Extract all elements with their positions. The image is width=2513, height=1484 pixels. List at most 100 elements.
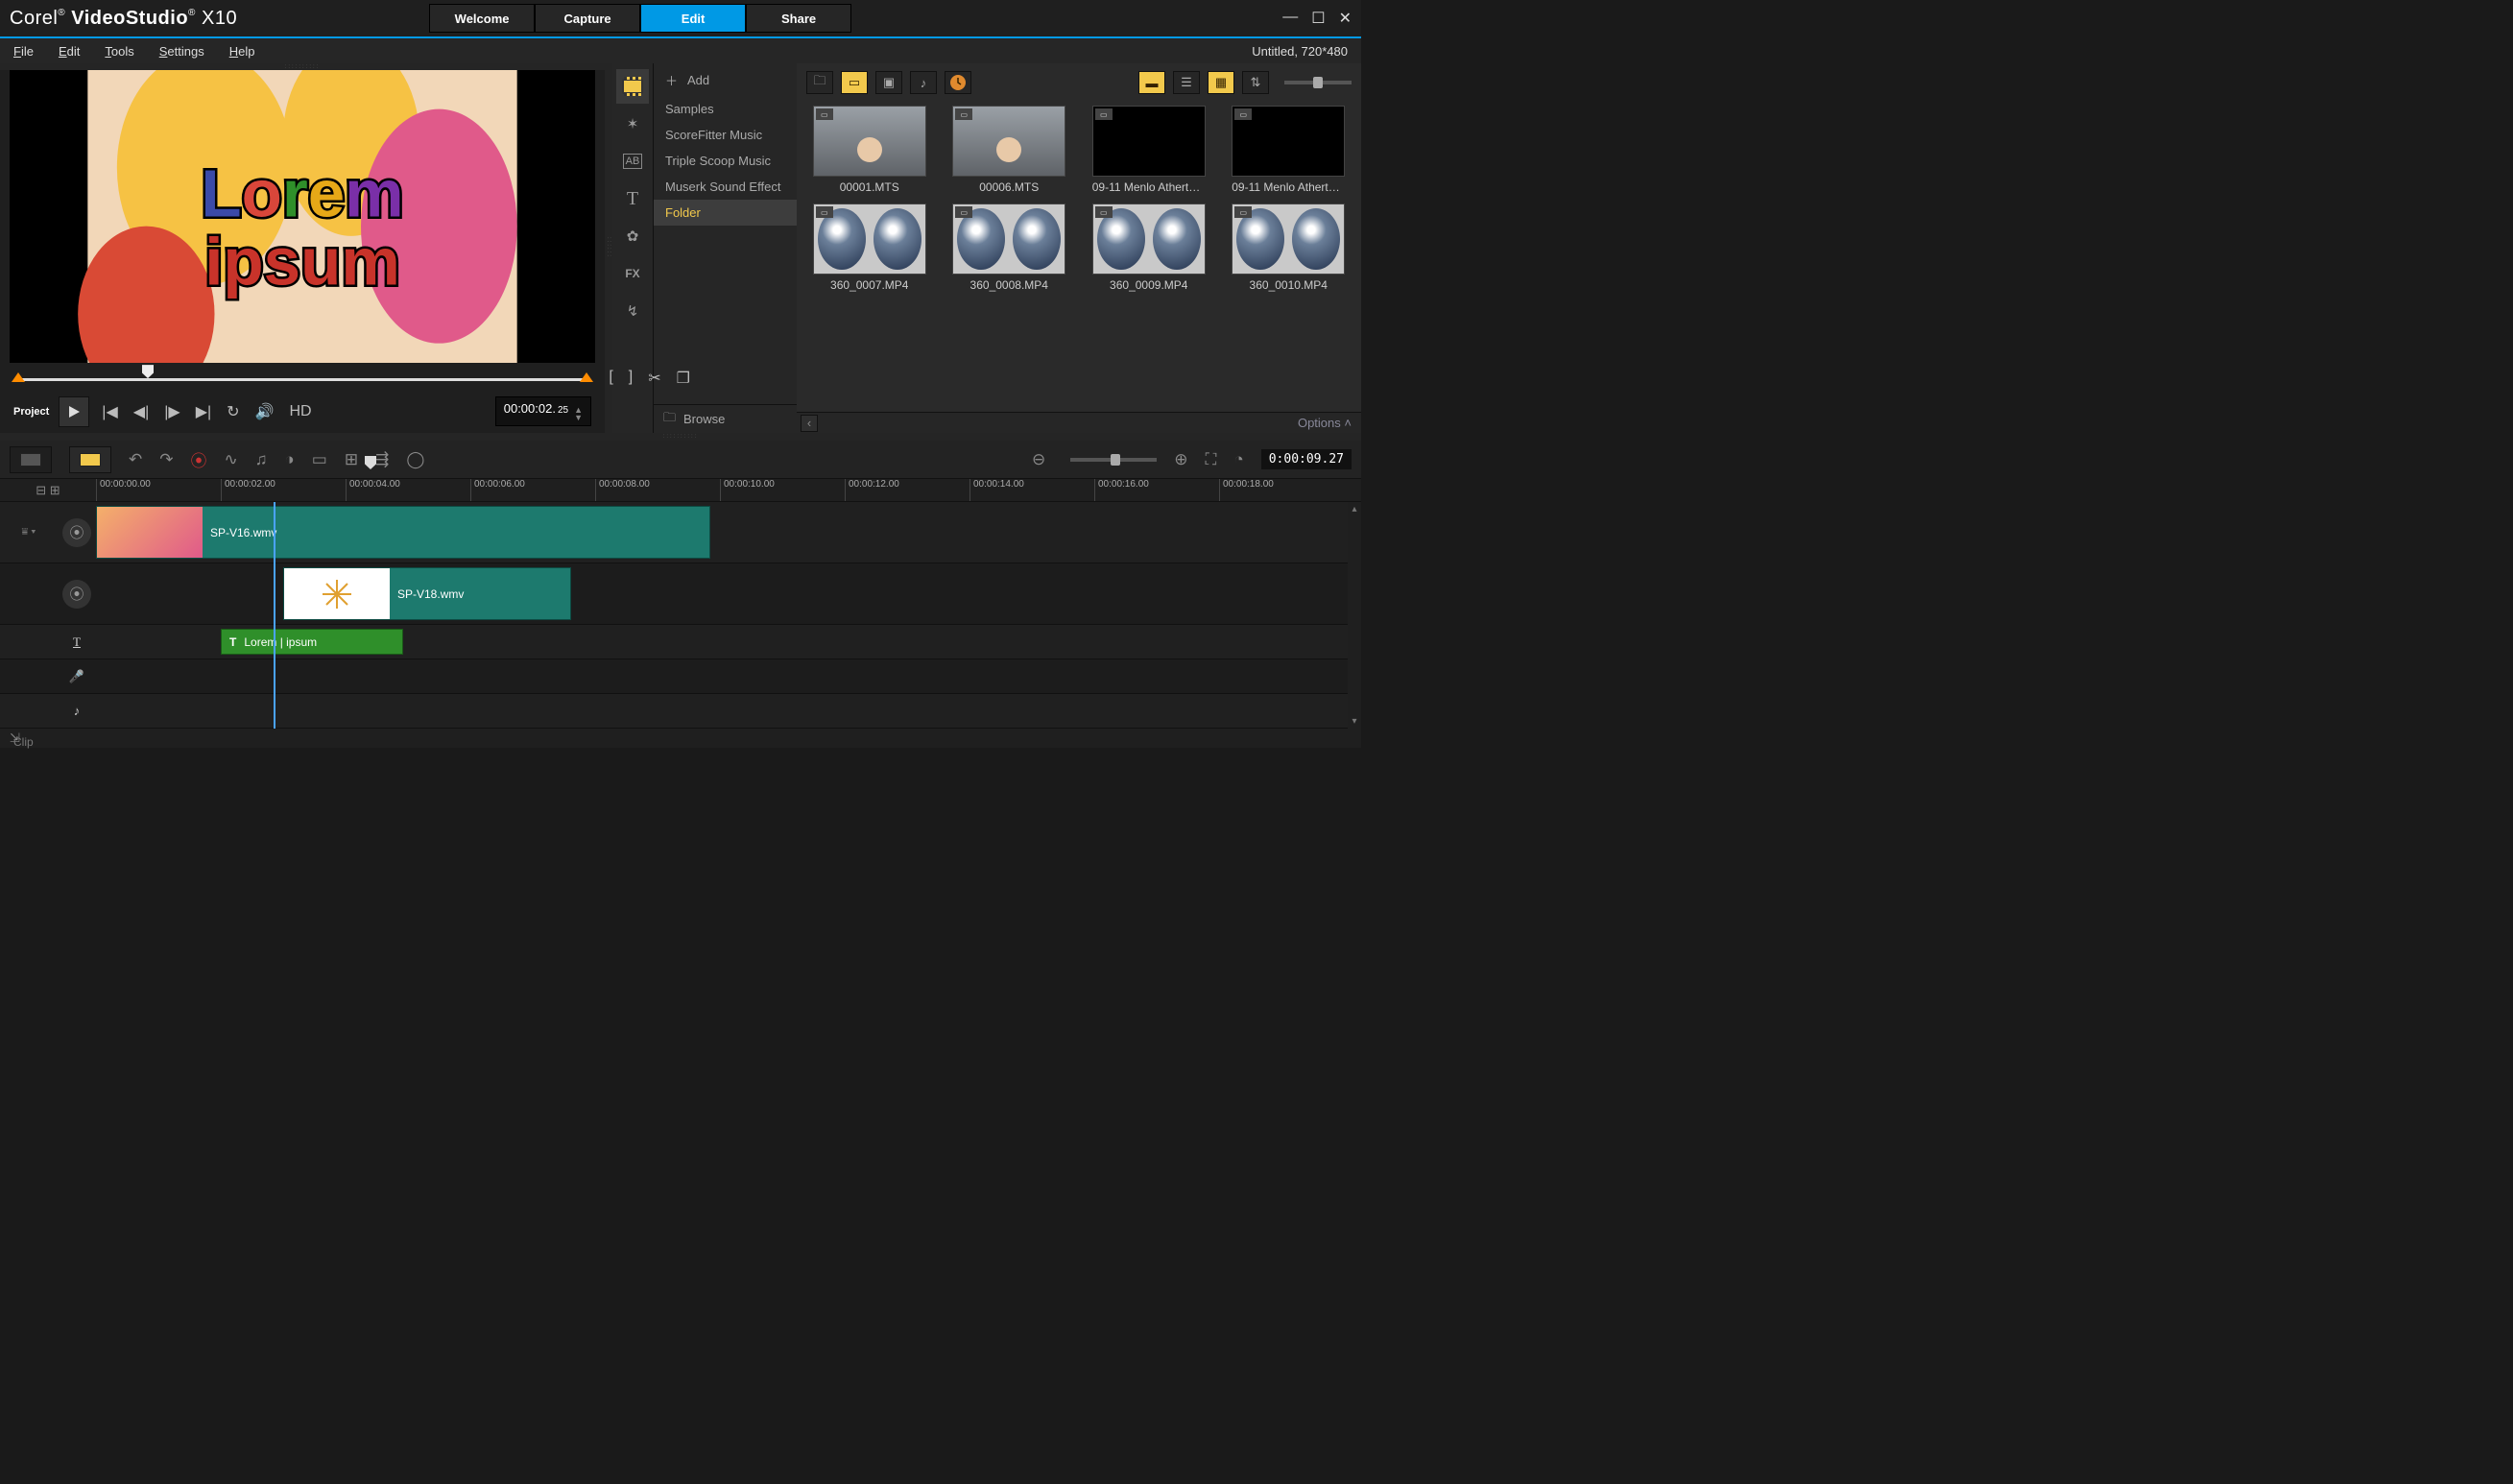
tab-edit[interactable]: Edit: [640, 4, 746, 33]
tab-capture[interactable]: Capture: [535, 4, 640, 33]
add-folder-button[interactable]: ＋ Add: [654, 63, 797, 96]
mark-in-button[interactable]: [: [606, 369, 615, 388]
timeline-zoom-slider[interactable]: [1070, 458, 1157, 462]
record-button[interactable]: ⦿: [191, 447, 207, 471]
preview-timecode[interactable]: 00:00:02.25 ▲▼: [495, 396, 591, 426]
multi-trim-button[interactable]: ◑: [285, 450, 295, 469]
category-transitions-button[interactable]: ✶: [616, 107, 649, 141]
audio-mixer-button[interactable]: ∿: [225, 450, 238, 469]
options-toggle[interactable]: Options ˄: [1298, 416, 1352, 430]
track-type-icon[interactable]: ⦿: [58, 563, 96, 624]
tab-share[interactable]: Share: [746, 4, 851, 33]
clip-video2[interactable]: SP-V18.wmv: [283, 567, 571, 620]
track-body[interactable]: [96, 659, 1361, 693]
filter-video-button[interactable]: ▭: [841, 71, 868, 94]
sort-button[interactable]: ⇅: [1242, 71, 1269, 94]
horizontal-grip[interactable]: ::::::::::: [0, 433, 1361, 441]
volume-button[interactable]: 🔊: [252, 402, 277, 421]
track-body[interactable]: SP-V18.wmv: [96, 563, 1361, 624]
tab-welcome[interactable]: Welcome: [429, 4, 535, 33]
slider-knob[interactable]: [1313, 77, 1323, 88]
folder-scorefitter[interactable]: ScoreFitter Music: [654, 122, 797, 148]
mark-out-button[interactable]: ]: [626, 369, 635, 388]
media-thumb[interactable]: ▭360_0008.MP4: [946, 203, 1073, 292]
snapshot-button[interactable]: ❐: [674, 369, 693, 388]
zoom-in-button[interactable]: ⊕: [1174, 450, 1187, 469]
hd-preview-button[interactable]: HD: [287, 403, 315, 420]
scrub-track[interactable]: [17, 378, 587, 381]
media-thumb[interactable]: ▭00006.MTS: [946, 106, 1073, 194]
preview-viewport[interactable]: Lorem ipsum: [10, 70, 595, 363]
scrub-playhead[interactable]: [142, 365, 154, 378]
view-thumbnails-button[interactable]: ▬: [1138, 71, 1165, 94]
import-button[interactable]: 🗀: [806, 71, 833, 94]
timeline-vscroll[interactable]: ▴▾: [1348, 502, 1361, 729]
mark-out-handle[interactable]: [580, 372, 593, 382]
timeline-ruler[interactable]: 00:00:00.0000:00:02.0000:00:04.0000:00:0…: [96, 479, 1361, 501]
undo-button[interactable]: ↶: [129, 450, 142, 469]
fit-project-button[interactable]: ⛶: [1206, 450, 1217, 469]
clip-video1[interactable]: SP-V16.wmv: [96, 506, 710, 559]
filter-photo-button[interactable]: ▣: [875, 71, 902, 94]
go-start-button[interactable]: |◀: [99, 402, 120, 421]
minimize-button[interactable]: —: [1282, 9, 1298, 28]
subtitle-editor-button[interactable]: ▭: [312, 450, 327, 469]
category-fx-button[interactable]: FX: [616, 256, 649, 291]
redo-button[interactable]: ↷: [159, 450, 173, 469]
maximize-button[interactable]: ☐: [1311, 9, 1325, 28]
timecode-spinner[interactable]: ▲▼: [574, 406, 583, 421]
auto-music-button[interactable]: ♫: [255, 450, 268, 469]
folder-samples[interactable]: Samples: [654, 96, 797, 122]
go-end-button[interactable]: ▶|: [193, 402, 214, 421]
view-list-button[interactable]: ☰: [1173, 71, 1200, 94]
media-thumb[interactable]: ▭09-11 Menlo Atherton.m...: [1226, 106, 1352, 194]
menu-settings[interactable]: Settings: [159, 44, 204, 59]
filter-audio-button[interactable]: ♪: [910, 71, 937, 94]
motion-tracking-button[interactable]: ◯: [406, 450, 424, 469]
folder-custom[interactable]: Folder: [654, 200, 797, 226]
media-thumb[interactable]: ▭09-11 Menlo Atherton - ...: [1086, 106, 1212, 194]
split-clip-button[interactable]: ✂: [645, 369, 663, 388]
zoom-out-button[interactable]: ⊖: [1032, 450, 1045, 469]
track-controls[interactable]: [0, 563, 58, 624]
thumbnail-zoom-slider[interactable]: [1284, 81, 1352, 84]
media-thumb[interactable]: ▭360_0010.MP4: [1226, 203, 1352, 292]
category-titles-button[interactable]: AB: [616, 144, 649, 179]
menu-tools[interactable]: Tools: [105, 44, 133, 59]
slider-knob[interactable]: [1111, 454, 1120, 466]
prev-frame-button[interactable]: ◀|: [131, 402, 152, 421]
track-body[interactable]: SP-V16.wmv: [96, 502, 1361, 562]
category-paths-button[interactable]: ↯: [616, 294, 649, 328]
folder-triple-scoop[interactable]: Triple Scoop Music: [654, 148, 797, 174]
media-thumb[interactable]: ▭360_0009.MP4: [1086, 203, 1212, 292]
track-type-icon[interactable]: ⦿: [58, 502, 96, 562]
filter-favorites-button[interactable]: [945, 71, 971, 94]
track-type-icon[interactable]: 🎤: [58, 659, 96, 693]
track-controls[interactable]: ⩸ ▾: [0, 502, 58, 562]
repeat-button[interactable]: ↻: [224, 402, 242, 421]
time-remap-button[interactable]: ⇶: [375, 450, 389, 469]
storyboard-view-button[interactable]: [69, 446, 111, 473]
view-grid-button[interactable]: ▦: [1208, 71, 1234, 94]
track-type-icon[interactable]: ♪: [58, 694, 96, 728]
browse-button[interactable]: 🗀 Browse: [654, 404, 797, 433]
scrub-bar[interactable]: [ ] ✂ ❐: [17, 367, 587, 391]
play-button[interactable]: [59, 396, 89, 427]
track-body[interactable]: T Lorem | ipsum: [96, 625, 1361, 658]
next-frame-button[interactable]: |▶: [161, 402, 182, 421]
media-thumb[interactable]: ▭00001.MTS: [806, 106, 933, 194]
playback-mode[interactable]: Project Clip: [13, 405, 49, 419]
media-thumb[interactable]: ▭360_0007.MP4: [806, 203, 933, 292]
category-graphics-button[interactable]: ✿: [616, 219, 649, 253]
track-type-icon[interactable]: T: [58, 625, 96, 658]
category-text-button[interactable]: T: [616, 181, 649, 216]
clip-title[interactable]: T Lorem | ipsum: [221, 629, 403, 655]
folder-muserk[interactable]: Muserk Sound Effect: [654, 174, 797, 200]
scroll-left-button[interactable]: ‹: [801, 415, 818, 432]
category-media-button[interactable]: [616, 69, 649, 104]
track-body[interactable]: [96, 694, 1361, 728]
panel-grip[interactable]: ::::::::::: [0, 63, 605, 70]
close-button[interactable]: ✕: [1339, 9, 1352, 28]
menu-help[interactable]: Help: [229, 44, 255, 59]
menu-edit[interactable]: Edit: [59, 44, 80, 59]
